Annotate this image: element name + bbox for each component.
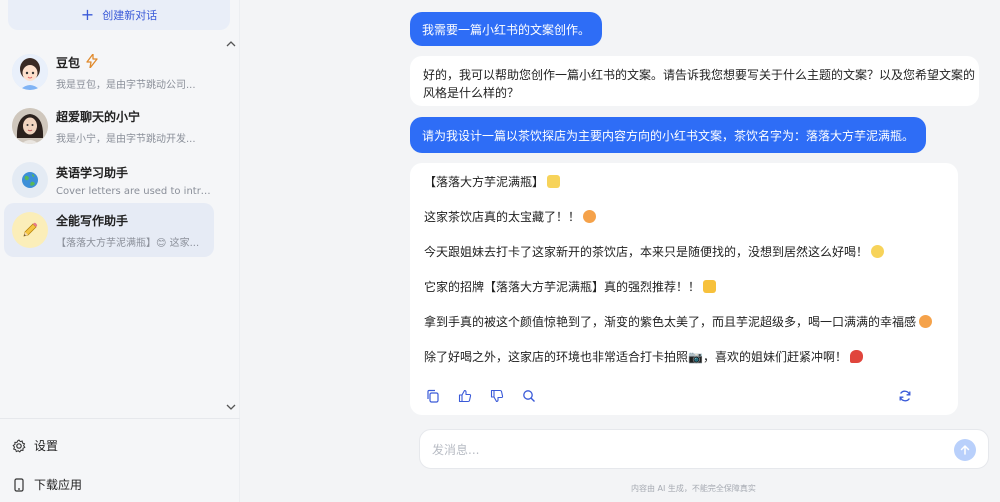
assistant-message: 好的，我可以帮助您创作一篇小红书的文案。请告诉我您想要写关于什么主题的文案？以及…	[410, 56, 979, 106]
download-label: 下载应用	[34, 478, 83, 492]
like-button[interactable]	[452, 383, 478, 409]
phone-icon	[12, 477, 26, 492]
line-text: 拿到手真的被这个颜值惊艳到了，渐变的紫色太美了，而且芋泥超级多，喝一口满满的幸福…	[424, 315, 917, 329]
chat-panel: 我需要一篇小红书的文案创作。 好的，我可以帮助您创作一篇小红书的文案。请告诉我您…	[241, 0, 1000, 502]
avatar	[12, 108, 48, 144]
avatar	[12, 54, 48, 90]
dislike-button[interactable]	[484, 383, 510, 409]
conversation-item-xiaoning[interactable]: 超爱聊天的小宁 我是小宁，是由字节跳动开发...	[4, 99, 214, 153]
line-text: 这家茶饮店真的太宝藏了！！	[424, 210, 581, 224]
thumbs-down-icon	[490, 389, 504, 403]
search-button[interactable]	[516, 383, 542, 409]
user-message: 请为我设计一篇以茶饮探店为主要内容方向的小红书文案，茶饮名字为：落落大方芋泥满瓶…	[410, 117, 927, 153]
pencil-icon	[12, 212, 48, 248]
conversation-preview: 我是小宁，是由字节跳动开发...	[56, 133, 196, 145]
message-actions	[420, 383, 548, 409]
copy-button[interactable]	[420, 383, 446, 409]
message-line: 它家的招牌【落落大方芋泥满瓶】真的强烈推荐！！	[424, 278, 717, 295]
conversation-item-english[interactable]: 英语学习助手 Cover letters are used to introd.…	[4, 153, 214, 207]
conversation-name: 超爱聊天的小宁	[56, 109, 141, 124]
new-chat-label: 创建新对话	[102, 9, 158, 22]
lightning-icon	[86, 53, 98, 71]
thumbs-up-emoji-icon	[703, 280, 717, 293]
message-input[interactable]	[432, 440, 932, 460]
conversation-name: 全能写作助手	[56, 213, 129, 228]
arrow-up-icon	[960, 444, 970, 455]
conversation-preview: 【落落大方芋泥满瓶】😊 这家...	[56, 237, 200, 249]
scroll-up-icon[interactable]	[226, 40, 236, 51]
send-button[interactable]	[954, 439, 976, 461]
conversation-list: 豆包 我是豆包，是由字节跳动公司... 超爱聊天的小宁 我是小宁，是由字节跳动开…	[0, 40, 240, 415]
conversation-item-writer[interactable]: 全能写作助手 【落落大方芋泥满瓶】😊 这家...	[4, 203, 214, 257]
conversation-item-doubao[interactable]: 豆包 我是豆包，是由字节跳动公司...	[4, 45, 214, 99]
gear-icon	[12, 438, 26, 453]
disclaimer: 内容由 AI 生成，不能完全保障真实	[631, 484, 756, 493]
new-chat-button[interactable]: + 创建新对话	[8, 0, 230, 30]
thumbs-up-icon	[458, 389, 472, 403]
refresh-icon	[899, 390, 911, 402]
line-text: 除了好喝之外，这家店的环境也非常适合打卡拍照📷，喜欢的姐妹们赶紧冲啊！	[424, 350, 847, 364]
conversation-name: 英语学习助手	[56, 165, 129, 180]
sidebar-footer: 设置 下载应用	[0, 418, 240, 502]
line-text: 【落落大方芋泥满瓶】	[424, 175, 545, 189]
message-line: 今天跟姐妹去打卡了这家新开的茶饮店，本来只是随便找的，没想到居然这么好喝！	[424, 243, 885, 260]
regenerate-button[interactable]	[892, 383, 918, 409]
copy-icon	[427, 389, 439, 403]
plus-icon: +	[80, 5, 95, 24]
settings-label: 设置	[34, 439, 59, 453]
message-line: 风格是什么样的？	[423, 86, 520, 100]
globe-icon	[12, 162, 48, 198]
line-text: 今天跟姐妹去打卡了这家新开的茶饮店，本来只是随便找的，没想到居然这么好喝！	[424, 245, 869, 259]
message-line: 拿到手真的被这个颜值惊艳到了，渐变的紫色太美了，而且芋泥超级多，喝一口满满的幸福…	[424, 313, 933, 330]
lips-emoji-icon	[849, 350, 863, 363]
conversation-name: 豆包	[56, 55, 81, 70]
sidebar: + 创建新对话 豆包 我是豆包，是由字节跳动公司... 超爱聊天的小宁 我是小宁…	[0, 0, 240, 502]
conversation-preview: 我是豆包，是由字节跳动公司...	[56, 79, 196, 91]
heart-eyes-emoji-icon	[919, 315, 933, 328]
conversation-preview: Cover letters are used to introd...	[56, 185, 211, 197]
message-text: 请为我设计一篇以茶饮探店为主要内容方向的小红书文案，茶饮名字为：落落大方芋泥满瓶…	[422, 128, 915, 143]
user-message: 我需要一篇小红书的文案创作。	[410, 12, 603, 46]
message-line: 这家茶饮店真的太宝藏了！！	[424, 208, 597, 225]
line-text: 它家的招牌【落落大方芋泥满瓶】真的强烈推荐！！	[424, 280, 701, 294]
smile-emoji-icon	[547, 175, 561, 188]
search-icon	[523, 390, 535, 402]
message-line: 除了好喝之外，这家店的环境也非常适合打卡拍照📷，喜欢的姐妹们赶紧冲啊！	[424, 348, 863, 365]
scroll-down-icon[interactable]	[226, 403, 236, 414]
message-input-box	[419, 429, 989, 469]
message-text: 我需要一篇小红书的文案创作。	[422, 22, 591, 37]
download-app-button[interactable]: 下载应用	[12, 476, 82, 493]
message-line: 【落落大方芋泥满瓶】	[424, 173, 561, 190]
assistant-message: 【落落大方芋泥满瓶】 这家茶饮店真的太宝藏了！！ 今天跟姐妹去打卡了这家新开的茶…	[410, 163, 958, 415]
yum-emoji-icon	[871, 245, 885, 258]
heart-eyes-emoji-icon	[583, 210, 597, 223]
settings-button[interactable]: 设置	[12, 437, 58, 454]
message-line: 好的，我可以帮助您创作一篇小红书的文案。请告诉我您想要写关于什么主题的文案？以及…	[423, 68, 976, 82]
